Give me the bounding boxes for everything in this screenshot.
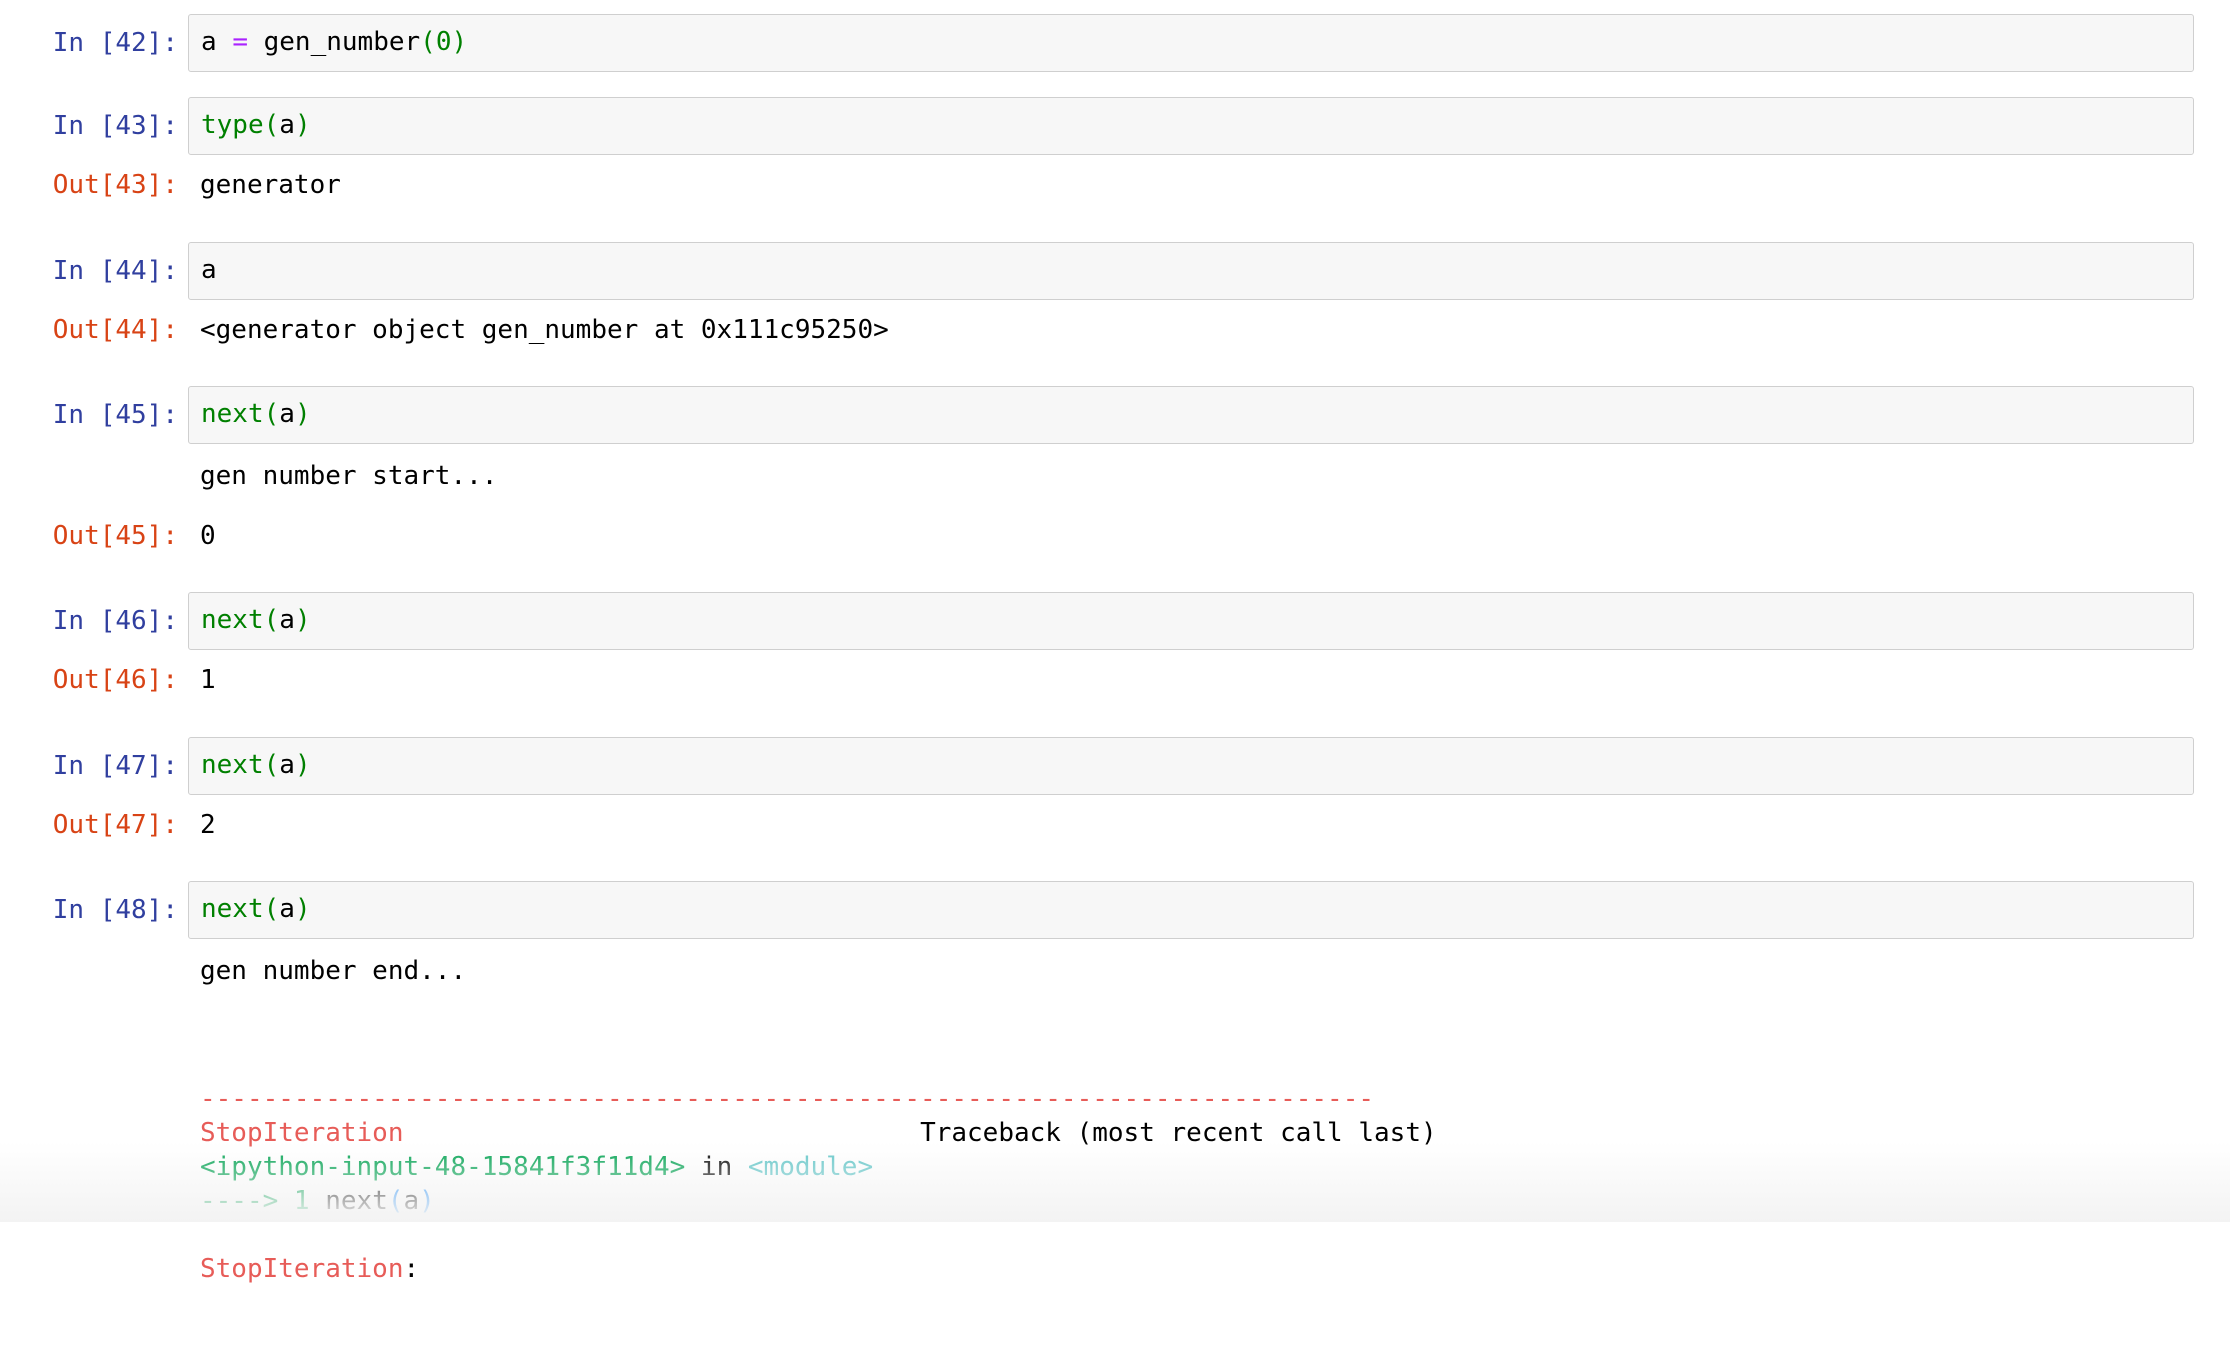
code-token-variable: a bbox=[279, 894, 295, 924]
code-token-paren: ) bbox=[294, 894, 311, 924]
traceback-in-word: in bbox=[685, 1152, 748, 1182]
code-token-variable: a bbox=[201, 255, 217, 285]
traceback-module: <module> bbox=[747, 1152, 874, 1182]
code-input[interactable]: type(a) bbox=[188, 97, 2194, 155]
in-prompt: In [48]: bbox=[52, 895, 178, 925]
traceback: ----------------------------------------… bbox=[200, 1014, 1437, 1354]
code-token-builtin: type bbox=[201, 110, 264, 140]
cell-output: <generator object gen_number at 0x111c95… bbox=[200, 315, 889, 345]
code-token-paren: ) bbox=[294, 750, 311, 780]
code-token-paren: ) bbox=[451, 27, 468, 57]
traceback-line-paren: ) bbox=[419, 1186, 435, 1216]
code-token-paren: ( bbox=[420, 27, 436, 57]
code-token-builtin: next bbox=[201, 750, 264, 780]
in-prompt: In [47]: bbox=[52, 751, 178, 781]
code-input[interactable]: next(a) bbox=[188, 737, 2194, 795]
traceback-source: <ipython-input-48-15841f3f11d4> bbox=[200, 1152, 686, 1182]
out-prompt: Out[47]: bbox=[52, 810, 178, 840]
out-prompt: Out[43]: bbox=[52, 170, 178, 200]
code-token-operator: = bbox=[232, 27, 248, 57]
traceback-final-line: StopIteration: bbox=[200, 1252, 1437, 1286]
code-input[interactable]: a bbox=[188, 242, 2194, 300]
in-prompt: In [44]: bbox=[52, 256, 178, 286]
code-token-paren: ( bbox=[263, 605, 280, 635]
traceback-code-line: ----> 1 next(a) bbox=[200, 1184, 1437, 1218]
code-token-paren: ) bbox=[294, 110, 311, 140]
in-prompt: In [45]: bbox=[52, 400, 178, 430]
code-token-paren: ) bbox=[294, 605, 311, 635]
in-prompt: In [42]: bbox=[52, 28, 178, 58]
in-prompt: In [46]: bbox=[52, 606, 178, 636]
cell-stdout: gen number start... bbox=[200, 461, 498, 491]
out-prompt: Out[44]: bbox=[52, 315, 178, 345]
traceback-arrow: ----> 1 bbox=[200, 1186, 326, 1216]
traceback-final-colon: : bbox=[403, 1254, 420, 1284]
traceback-blank-line bbox=[200, 1218, 1437, 1252]
code-token-number: 0 bbox=[435, 27, 452, 57]
code-token-paren: ( bbox=[263, 750, 280, 780]
code-input[interactable]: next(a) bbox=[188, 386, 2194, 444]
in-prompt: In [43]: bbox=[52, 111, 178, 141]
traceback-final-exception: StopIteration bbox=[200, 1254, 404, 1284]
code-token-variable: a bbox=[279, 750, 295, 780]
cell-output: 1 bbox=[200, 665, 216, 695]
cell-output: 2 bbox=[200, 810, 216, 840]
cell-output: generator bbox=[200, 170, 341, 200]
code-token-builtin: next bbox=[201, 399, 264, 429]
cell-stdout: gen number end... bbox=[200, 956, 467, 986]
out-prompt: Out[46]: bbox=[52, 665, 178, 695]
traceback-line-arg: a bbox=[403, 1186, 420, 1216]
traceback-gap bbox=[404, 1118, 921, 1148]
code-token-builtin: next bbox=[201, 605, 264, 635]
traceback-source-line: <ipython-input-48-15841f3f11d4> in <modu… bbox=[200, 1150, 1437, 1184]
code-token-variable: a bbox=[279, 399, 295, 429]
code-token-paren: ( bbox=[263, 110, 280, 140]
traceback-header-line: StopIteration Traceback (most recent cal… bbox=[200, 1116, 1437, 1150]
traceback-separator: ----------------------------------------… bbox=[200, 1084, 1374, 1114]
code-input[interactable]: a = gen_number(0) bbox=[188, 14, 2194, 72]
code-input[interactable]: next(a) bbox=[188, 592, 2194, 650]
code-token-builtin: next bbox=[201, 894, 264, 924]
traceback-line-paren: ( bbox=[387, 1186, 404, 1216]
traceback-header: Traceback (most recent call last) bbox=[920, 1118, 1437, 1148]
out-prompt: Out[45]: bbox=[52, 521, 178, 551]
code-input[interactable]: next(a) bbox=[188, 881, 2194, 939]
traceback-line-fn: next bbox=[325, 1186, 388, 1216]
code-token-paren: ( bbox=[263, 399, 280, 429]
code-token-paren: ) bbox=[294, 399, 311, 429]
code-token-variable: a bbox=[279, 110, 295, 140]
code-token-function: gen_number bbox=[263, 27, 421, 57]
traceback-exception-name: StopIteration bbox=[200, 1118, 404, 1148]
code-token-paren: ( bbox=[263, 894, 280, 924]
code-token-variable: a bbox=[279, 605, 295, 635]
code-token-variable: a bbox=[201, 27, 217, 57]
cell-output: 0 bbox=[200, 521, 216, 551]
